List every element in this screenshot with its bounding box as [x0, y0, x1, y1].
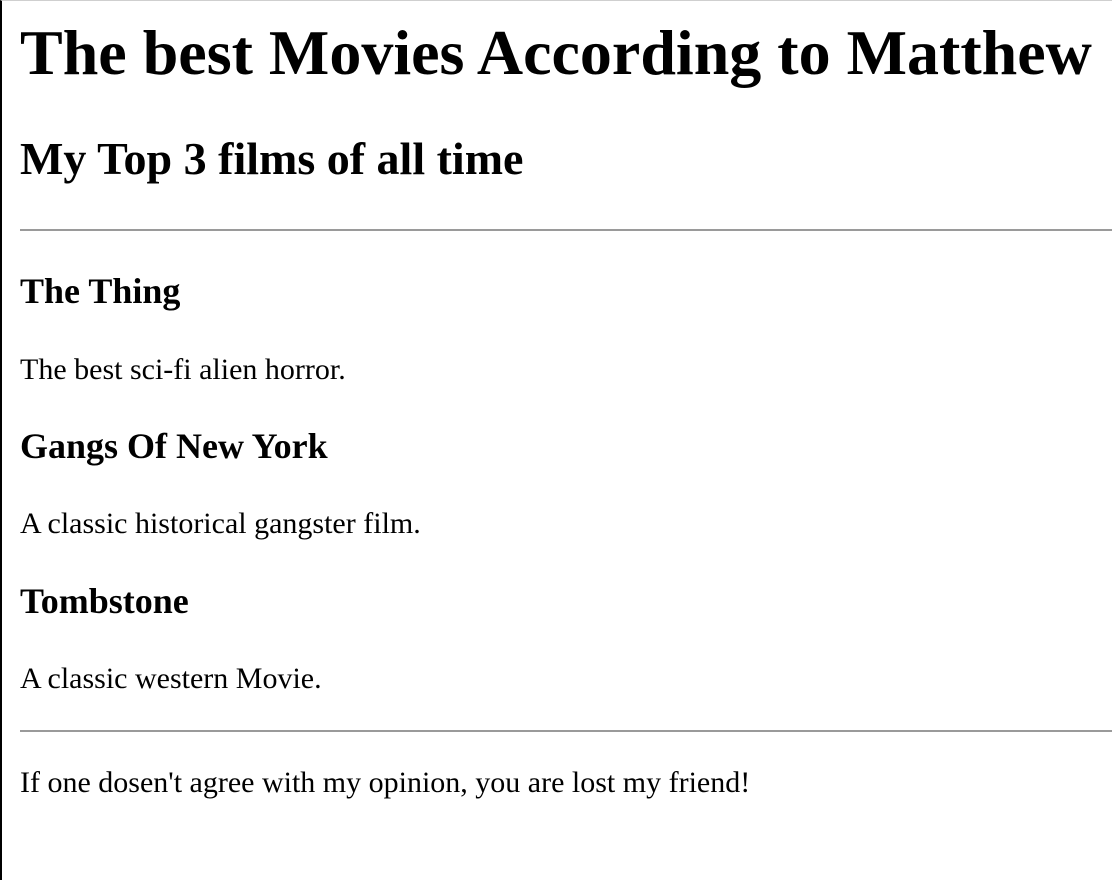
footer-text: If one dosen't agree with my opinion, yo…: [20, 766, 751, 799]
movie-title: Tombstone: [20, 581, 189, 621]
movie-description: A classic western Movie.: [20, 662, 322, 695]
movie-title: The Thing: [20, 271, 181, 311]
divider-top: [20, 229, 1112, 231]
page-subtitle: My Top 3 films of all time: [20, 133, 524, 184]
movie-title: Gangs Of New York: [20, 426, 328, 466]
movie-description: A classic historical gangster film.: [20, 507, 421, 540]
divider-bottom: [20, 730, 1112, 732]
movie-description: The best sci-fi alien horror.: [20, 353, 346, 386]
page-title: The best Movies According to Matthew: [20, 17, 1092, 88]
